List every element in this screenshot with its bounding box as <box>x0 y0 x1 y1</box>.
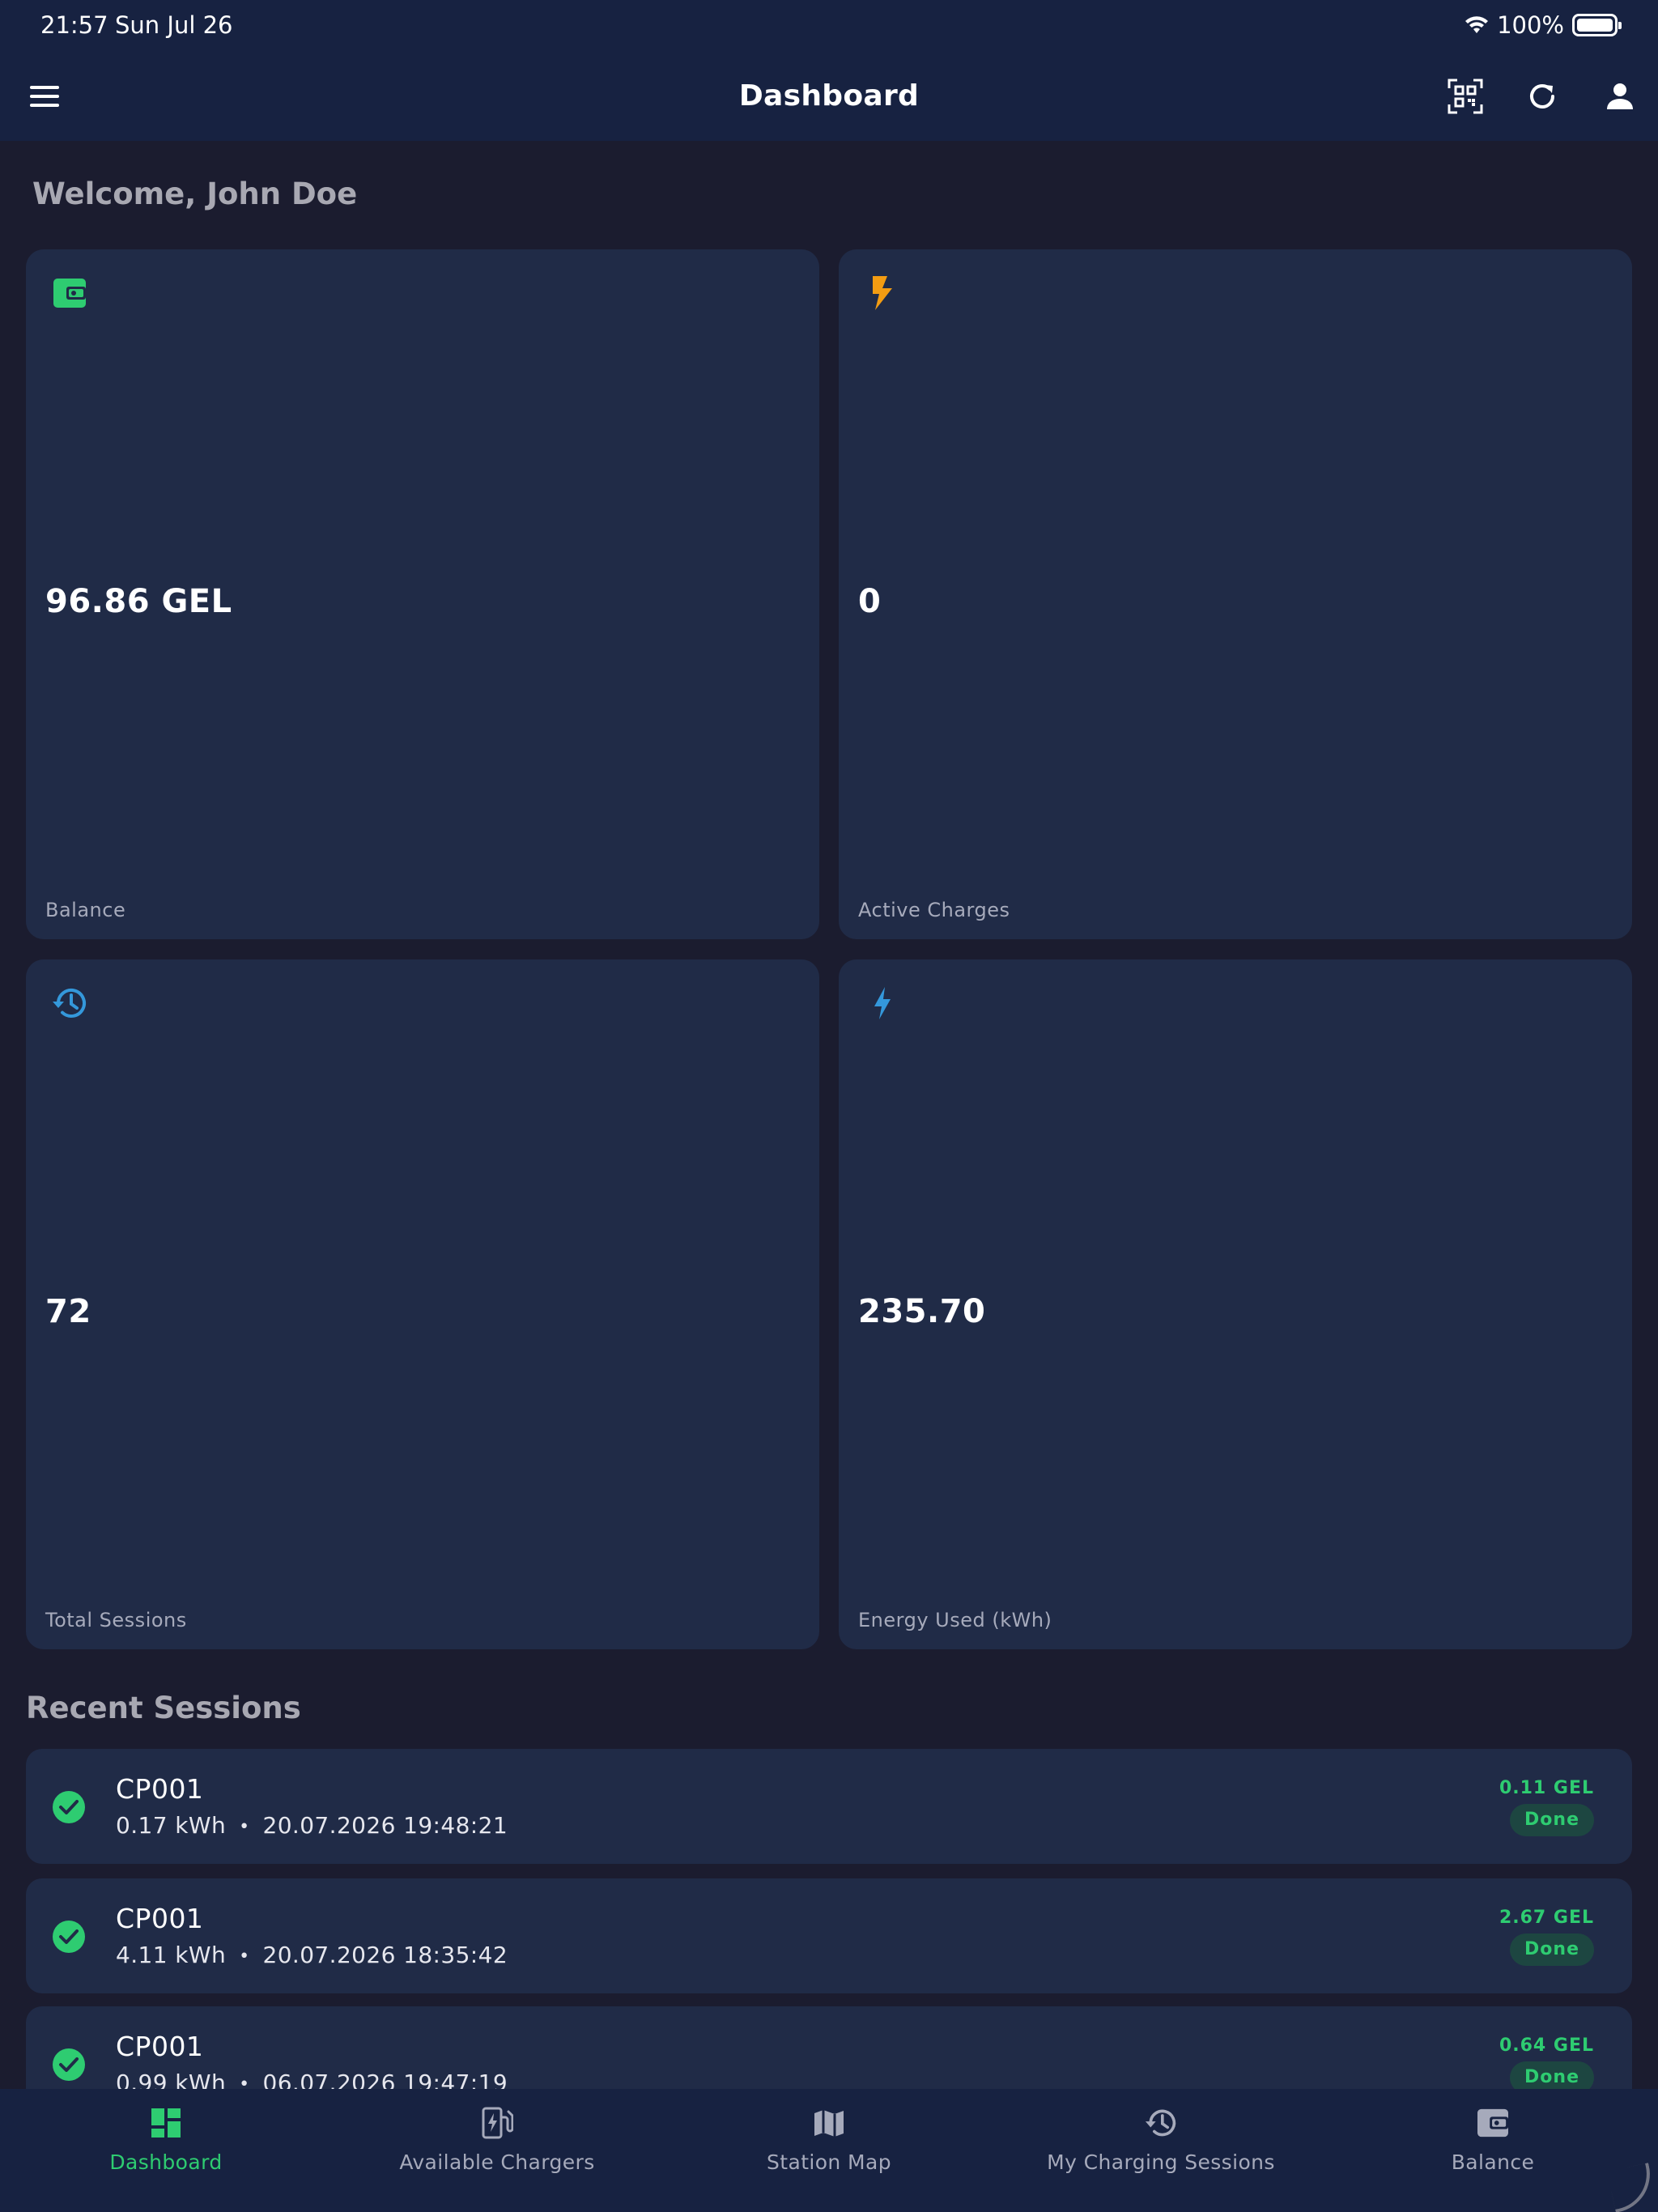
nav-item-available-chargers[interactable]: Available Chargers <box>384 2104 610 2193</box>
battery-percent: 100% <box>1497 11 1564 39</box>
refresh-icon <box>1530 84 1554 108</box>
page-title: Dashboard <box>738 79 920 113</box>
history-icon <box>47 981 92 1026</box>
session-charger: CP001 <box>116 1773 204 1805</box>
dashboard-icon <box>147 2104 185 2142</box>
nav-item-station-map[interactable]: Station Map <box>748 2104 910 2193</box>
check-circle-icon <box>53 1921 85 1953</box>
total-sessions-value: 72 <box>45 1293 91 1330</box>
nav-item-balance[interactable]: Balance <box>1412 2104 1574 2193</box>
nav-label: Balance <box>1451 2150 1535 2174</box>
check-circle-icon <box>53 2048 85 2081</box>
nav-label: My Charging Sessions <box>1047 2150 1275 2174</box>
status-bar: 21:57 Sun Jul 26 100% <box>0 0 1658 52</box>
session-amount: 2.67 GEL <box>1499 1908 1594 1928</box>
balance-value: 96.86 GEL <box>45 583 232 620</box>
flash-icon <box>860 270 905 316</box>
person-icon <box>1607 83 1633 109</box>
status-badge: Done <box>1510 1804 1594 1836</box>
wallet-icon <box>1473 2104 1512 2142</box>
profile-button[interactable] <box>1593 70 1647 123</box>
history-icon <box>1141 2104 1180 2142</box>
session-datetime: 20.07.2026 19:48:21 <box>262 1812 508 1839</box>
session-energy: 0.99 kWh <box>116 2069 227 2089</box>
energy-used-value: 235.70 <box>858 1293 986 1330</box>
session-row[interactable]: CP001 4.11 kWh • 20.07.2026 18:35:42 2.67 … <box>26 1878 1632 1993</box>
recent-sessions-title: Recent Sessions <box>26 1691 301 1725</box>
check-circle-icon <box>53 1791 85 1823</box>
dashboard-screen: 21:57 Sun Jul 26 100% Dashboard Welcome,… <box>0 0 1658 2212</box>
session-row[interactable]: CP001 0.17 kWh • 20.07.2026 19:48:21 0.11 … <box>26 1749 1632 1864</box>
active-charges-card[interactable]: 0 Active Charges <box>839 249 1632 939</box>
session-amount: 0.11 GEL <box>1499 1778 1594 1798</box>
bottom-navigation: Dashboard Available Chargers Station Map… <box>0 2089 1658 2212</box>
nav-item-my-charging-sessions[interactable]: My Charging Sessions <box>1039 2104 1282 2193</box>
battery-icon <box>1572 14 1622 36</box>
wallet-icon <box>47 270 92 316</box>
recent-sessions-list[interactable]: CP001 0.17 kWh • 20.07.2026 19:48:21 0.11 … <box>26 1749 1632 2089</box>
session-details: 0.17 kWh • 20.07.2026 19:48:21 <box>116 1812 508 1839</box>
qr-scan-icon <box>1448 79 1483 114</box>
map-icon <box>810 2104 848 2142</box>
energy-used-label: Energy Used (kWh) <box>858 1609 1052 1631</box>
session-energy: 4.11 kWh <box>116 1942 227 1968</box>
separator-dot: • <box>239 1816 250 1837</box>
balance-card[interactable]: 96.86 GEL Balance <box>26 249 819 939</box>
ev-station-icon <box>478 2104 517 2142</box>
session-details: 0.99 kWh • 06.07.2026 19:47:19 <box>116 2069 508 2089</box>
welcome-message: Welcome, John Doe <box>32 177 358 211</box>
session-datetime: 06.07.2026 19:47:19 <box>262 2069 508 2089</box>
session-details: 4.11 kWh • 20.07.2026 18:35:42 <box>116 1942 508 1968</box>
session-row[interactable]: CP001 0.99 kWh • 06.07.2026 19:47:19 0.64 … <box>26 2006 1632 2089</box>
nav-label: Available Chargers <box>399 2150 595 2174</box>
separator-dot: • <box>239 2074 250 2090</box>
active-charges-label: Active Charges <box>858 899 1010 921</box>
energy-used-card[interactable]: 235.70 Energy Used (kWh) <box>839 959 1632 1649</box>
session-charger: CP001 <box>116 2031 204 2062</box>
nav-label: Station Map <box>767 2150 891 2174</box>
status-indicators: 100% <box>1465 11 1622 39</box>
status-date: Sun Jul 26 <box>115 11 233 39</box>
status-badge: Done <box>1510 1933 1594 1966</box>
total-sessions-label: Total Sessions <box>45 1609 187 1631</box>
session-energy: 0.17 kWh <box>116 1812 227 1839</box>
separator-dot: • <box>239 1946 250 1967</box>
bolt-icon <box>860 981 905 1026</box>
active-charges-value: 0 <box>858 583 882 620</box>
balance-label: Balance <box>45 899 126 921</box>
nav-item-dashboard[interactable]: Dashboard <box>85 2104 247 2193</box>
session-datetime: 20.07.2026 18:35:42 <box>262 1942 508 1968</box>
session-amount: 0.64 GEL <box>1499 2035 1594 2056</box>
wifi-icon <box>1465 15 1489 35</box>
qr-scan-button[interactable] <box>1439 70 1492 123</box>
nav-label: Dashboard <box>109 2150 223 2174</box>
resize-handle <box>1607 2163 1657 2212</box>
status-time: 21:57 <box>40 11 108 39</box>
status-badge: Done <box>1510 2061 1594 2089</box>
refresh-button[interactable] <box>1516 70 1569 123</box>
session-charger: CP001 <box>116 1903 204 1934</box>
app-bar: Dashboard <box>0 52 1658 141</box>
total-sessions-card[interactable]: 72 Total Sessions <box>26 959 819 1649</box>
